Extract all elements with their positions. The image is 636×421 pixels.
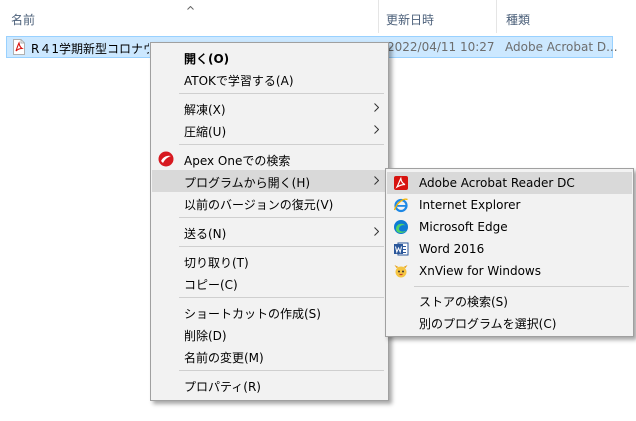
menu-item-label: 解凍(X) (184, 103, 226, 117)
column-header-modified[interactable]: 更新日時 (379, 0, 496, 33)
file-name: R４1学期新型コロナウイル (31, 42, 149, 56)
file-modified: 2022/04/11 10:27 (387, 40, 495, 54)
submenu-arrow-icon (374, 176, 379, 185)
file-type: Adobe Acrobat D... (505, 40, 618, 54)
menu-separator (179, 370, 384, 371)
menu-item-label: ショートカットの作成(S) (184, 307, 321, 321)
menu-item-open-with[interactable]: プログラムから開く(H) (152, 170, 387, 192)
menu-item-properties[interactable]: プロパティ(R) (152, 374, 387, 396)
menu-item-label: 切り取り(T) (184, 256, 249, 270)
menu-item-atok-learn[interactable]: ATOKで学習する(A) (152, 68, 387, 90)
sort-ascending-icon (187, 6, 194, 10)
menu-item-label: 以前のバージョンの復元(V) (184, 198, 334, 212)
acrobat-reader-icon (394, 176, 408, 190)
menu-item-label: プロパティ(R) (184, 380, 261, 394)
menu-item-open[interactable]: 開く(O) (152, 46, 387, 68)
menu-item-label: Apex Oneでの検索 (184, 154, 291, 168)
menu-item-label: コピー(C) (184, 278, 238, 292)
internet-explorer-icon (393, 198, 408, 213)
menu-item-label: 開く(O) (184, 52, 230, 66)
menu-item-restore-previous[interactable]: 以前のバージョンの復元(V) (152, 192, 387, 214)
menu-item-rename[interactable]: 名前の変更(M) (152, 345, 387, 367)
submenu-item-label: ストアの検索(S) (419, 295, 508, 309)
microsoft-edge-icon (394, 220, 408, 234)
submenu-item-label: 別のプログラムを選択(C) (419, 317, 557, 331)
menu-separator (179, 144, 384, 145)
column-header-name-label: 名前 (11, 13, 36, 27)
menu-item-delete[interactable]: 削除(D) (152, 323, 387, 345)
submenu-arrow-icon (374, 103, 379, 112)
menu-item-label: 送る(N) (184, 227, 227, 241)
menu-item-label: 名前の変更(M) (184, 351, 264, 365)
pdf-file-icon (13, 39, 25, 55)
submenu-item-label: Internet Explorer (419, 198, 521, 212)
menu-item-label: プログラムから開く(H) (184, 176, 311, 190)
submenu-item-label: XnView for Windows (419, 264, 541, 278)
menu-separator (414, 286, 629, 287)
menu-item-compress[interactable]: 圧縮(U) (152, 119, 387, 141)
apex-one-icon (158, 151, 174, 167)
menu-item-apex-search[interactable]: Apex Oneでの検索 (152, 148, 387, 170)
submenu-item-choose-other[interactable]: 別のプログラムを選択(C) (387, 311, 632, 333)
menu-item-cut[interactable]: 切り取り(T) (152, 250, 387, 272)
submenu-item-label: Adobe Acrobat Reader DC (419, 176, 575, 190)
submenu-arrow-icon (374, 227, 379, 236)
column-header-name[interactable]: 名前 (0, 0, 378, 33)
menu-separator (179, 246, 384, 247)
menu-item-send-to[interactable]: 送る(N) (152, 221, 387, 243)
column-header-type[interactable]: 種類 (497, 0, 636, 33)
column-header-modified-label: 更新日時 (386, 13, 435, 27)
menu-item-copy[interactable]: コピー(C) (152, 272, 387, 294)
menu-item-label: 削除(D) (184, 329, 227, 343)
xnview-icon (394, 265, 408, 278)
open-with-submenu: Adobe Acrobat Reader DC Internet Explore… (385, 168, 634, 337)
menu-separator (179, 297, 384, 298)
menu-separator (179, 93, 384, 94)
context-menu: 開く(O) ATOKで学習する(A) 解凍(X) 圧縮(U) Apex Oneで… (150, 42, 389, 401)
submenu-item-edge[interactable]: Microsoft Edge (387, 216, 632, 238)
menu-separator (179, 217, 384, 218)
column-header-type-label: 種類 (506, 13, 531, 27)
menu-item-create-shortcut[interactable]: ショートカットの作成(S) (152, 301, 387, 323)
submenu-item-store-search[interactable]: ストアの検索(S) (387, 289, 632, 311)
submenu-item-label: Word 2016 (419, 242, 485, 256)
submenu-item-label: Microsoft Edge (419, 220, 508, 234)
submenu-item-internet-explorer[interactable]: Internet Explorer (387, 194, 632, 216)
submenu-arrow-icon (374, 125, 379, 134)
submenu-item-acrobat[interactable]: Adobe Acrobat Reader DC (387, 172, 632, 194)
menu-item-extract[interactable]: 解凍(X) (152, 97, 387, 119)
menu-item-label: 圧縮(U) (184, 125, 227, 139)
word-icon (394, 242, 409, 256)
submenu-item-word[interactable]: Word 2016 (387, 238, 632, 260)
menu-item-label: ATOKで学習する(A) (184, 74, 294, 88)
submenu-item-xnview[interactable]: XnView for Windows (387, 260, 632, 282)
